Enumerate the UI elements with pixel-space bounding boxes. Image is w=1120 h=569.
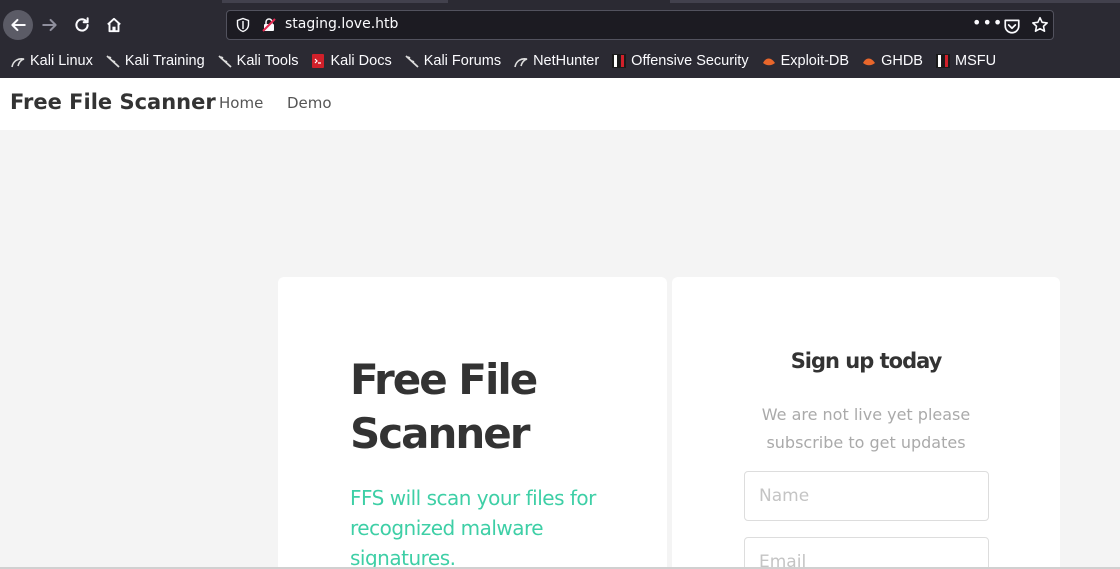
bookmarks-toolbar: Kali Linux Kali Training Kali Tools Kali… — [0, 49, 998, 73]
forward-button[interactable] — [35, 10, 65, 40]
page-actions-menu-icon[interactable]: ••• — [972, 13, 1003, 32]
signup-card: Sign up today We are not live yet please… — [672, 277, 1060, 569]
bookmark-kali-linux[interactable]: Kali Linux — [10, 53, 93, 69]
kali-docs-icon — [310, 53, 326, 69]
bookmark-label: Kali Training — [124, 53, 205, 69]
hero-title: Free File Scanner — [350, 355, 538, 458]
hero-subtitle: FFS will scan your files for recognized … — [350, 486, 596, 569]
bookmark-star-icon[interactable] — [1031, 16, 1049, 34]
bookmark-label: Offensive Security — [631, 53, 749, 69]
signup-title: Sign up today — [790, 349, 943, 373]
bookmark-label: Kali Tools — [236, 53, 299, 69]
bookmark-label: Kali Linux — [30, 53, 93, 69]
bookmark-label: NetHunter — [533, 53, 600, 69]
nav-link-home[interactable]: Home — [219, 94, 263, 112]
offsec-icon — [611, 53, 627, 69]
pocket-icon[interactable] — [1003, 17, 1021, 35]
arrow-right-icon — [42, 18, 57, 32]
tracking-protection-icon[interactable] — [235, 17, 251, 33]
signup-description: We are not live yet please subscribe to … — [761, 405, 971, 452]
home-icon — [107, 17, 121, 33]
bookmark-label: GHDB — [881, 53, 923, 69]
url-text[interactable]: staging.love.htb — [285, 16, 398, 32]
browser-chrome: staging.love.htb ••• Kali Linux Kali Tra… — [0, 0, 1120, 78]
bookmark-label: Exploit-DB — [780, 53, 850, 69]
bookmark-kali-docs[interactable]: Kali Docs — [310, 53, 392, 69]
bookmark-offensive-security[interactable]: Offensive Security — [611, 53, 749, 69]
name-field[interactable] — [744, 471, 989, 521]
address-bar[interactable]: staging.love.htb ••• — [226, 10, 1054, 40]
nav-link-demo[interactable]: Demo — [287, 94, 332, 112]
insecure-connection-icon[interactable] — [261, 17, 277, 33]
kali-dragon-icon — [404, 53, 420, 69]
bookmark-exploit-db[interactable]: Exploit-DB — [761, 53, 850, 69]
home-button[interactable] — [99, 10, 129, 40]
arrow-left-icon — [11, 18, 26, 32]
bookmark-nethunter[interactable]: NetHunter — [513, 53, 599, 69]
bookmark-kali-training[interactable]: Kali Training — [105, 53, 205, 69]
kali-dragon-icon — [105, 53, 121, 69]
bookmark-msfu[interactable]: MSFU — [935, 53, 996, 69]
reload-icon — [75, 17, 89, 32]
site-brand[interactable]: Free File Scanner — [10, 90, 216, 114]
exploitdb-icon — [861, 53, 877, 69]
bookmark-ghdb[interactable]: GHDB — [861, 53, 923, 69]
offsec-icon — [935, 53, 951, 69]
bookmark-label: Kali Docs — [330, 53, 392, 69]
tab-strip — [0, 0, 1120, 5]
bookmark-kali-forums[interactable]: Kali Forums — [404, 53, 501, 69]
site-navbar: Free File Scanner Home Demo — [0, 78, 1120, 130]
bookmark-label: Kali Forums — [423, 53, 502, 69]
bookmark-kali-tools[interactable]: Kali Tools — [217, 53, 299, 69]
back-button[interactable] — [3, 10, 33, 40]
kali-dragon-icon — [513, 53, 529, 69]
bookmark-label: MSFU — [954, 53, 997, 69]
hero-card: Free File Scanner FFS will scan your fil… — [278, 277, 667, 569]
kali-dragon-icon — [217, 53, 233, 69]
email-field[interactable] — [744, 537, 989, 569]
reload-button[interactable] — [67, 10, 97, 40]
exploitdb-icon — [761, 53, 777, 69]
kali-dragon-icon — [10, 53, 26, 69]
